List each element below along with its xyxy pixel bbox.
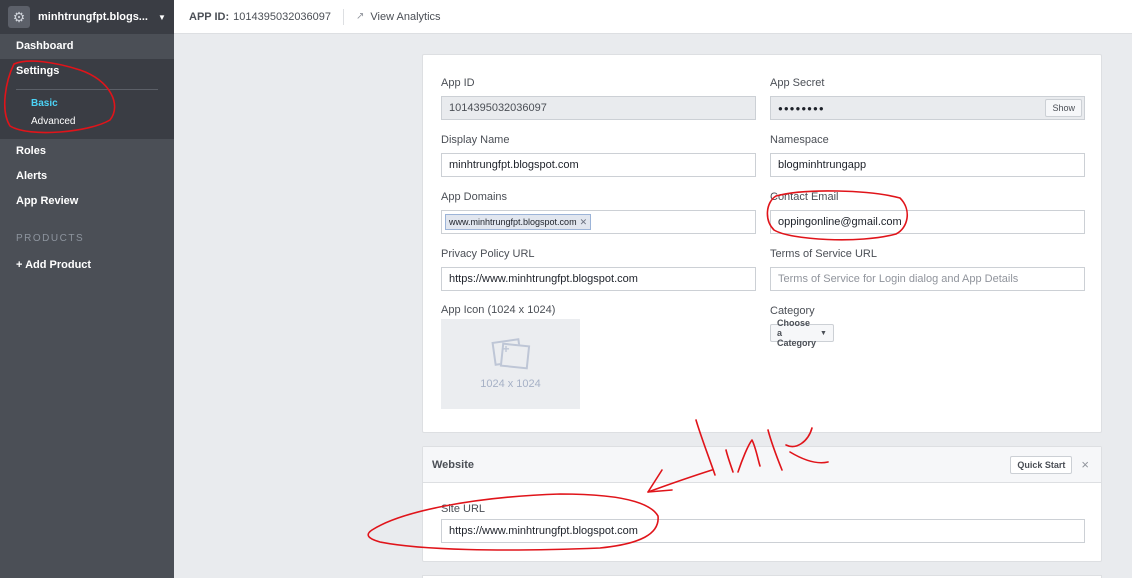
privacy-url-field: Privacy Policy URL https://www.minhtrung… [441,247,756,291]
domain-token: www.minhtrungfpt.blogspot.com ✕ [445,214,592,230]
contact-email-input[interactable]: oppingonline@gmail.com [770,210,1085,234]
category-field: Category Choose a Category ▼ [770,304,834,348]
app-icon-upload[interactable]: + 1024 x 1024 [441,319,580,409]
sidebar-item-advanced[interactable]: Advanced [0,113,174,131]
namespace-field: Namespace blogminhtrungapp [770,133,1085,177]
app-id-input[interactable]: 1014395032036097 [441,96,756,120]
field-label: Category [770,305,815,317]
app-secret-field: App Secret ●●●●●●●● Show [770,76,1085,120]
top-bar: APP ID: 1014395032036097 ↗ View Analytic… [174,0,1132,34]
chevron-down-icon: ▼ [820,329,827,337]
display-name-field: Display Name minhtrungfpt.blogspot.com [441,133,756,177]
view-analytics-link[interactable]: View Analytics [370,11,440,23]
divider [16,89,158,90]
site-url-field: Site URL https://www.minhtrungfpt.blogsp… [441,502,1085,543]
field-label: Contact Email [770,191,839,203]
app-gear-icon: ⚙ [8,6,30,28]
app-id-field: App ID 1014395032036097 [441,76,756,120]
show-secret-button[interactable]: Show [1045,99,1082,117]
privacy-url-input[interactable]: https://www.minhtrungfpt.blogspot.com [441,267,756,291]
basic-settings-card: App ID 1014395032036097 App Secret ●●●●●… [422,54,1102,433]
app-domains-field: App Domains www.minhtrungfpt.blogspot.co… [441,190,756,234]
app-secret-input[interactable]: ●●●●●●●● Show [770,96,1085,120]
sidebar-item-dashboard[interactable]: Dashboard [0,34,174,59]
contact-email-field: Contact Email oppingonline@gmail.com [770,190,1085,234]
category-value: Choose a Category [777,318,817,348]
field-label: App Secret [770,77,825,89]
masked-secret: ●●●●●●●● [778,103,825,113]
divider [343,8,345,25]
quick-start-button[interactable]: Quick Start [1010,455,1073,474]
field-label: Display Name [441,134,510,146]
field-label: Privacy Policy URL [441,248,535,260]
tos-url-input[interactable]: Terms of Service for Login dialog and Ap… [770,267,1085,291]
products-heading: PRODUCTS [16,233,85,244]
sidebar-item-roles[interactable]: Roles [0,139,174,164]
settings-subnav: Basic Advanced [0,84,174,139]
app-domains-input[interactable]: www.minhtrungfpt.blogspot.com ✕ [441,210,756,234]
website-title: Website [432,458,474,471]
app-id-label: APP ID: [189,10,230,23]
field-label: Namespace [770,134,829,146]
field-label: Terms of Service URL [770,248,877,260]
category-dropdown[interactable]: Choose a Category ▼ [770,318,834,348]
website-card-header: Website Quick Start × [423,447,1101,483]
close-icon[interactable]: × [1081,457,1089,472]
app-icon-field: App Icon (1024 x 1024) + 1024 x 1024 [441,303,580,409]
field-label: Site URL [441,503,486,515]
icon-size-text: 1024 x 1024 [480,378,541,390]
remove-token-icon[interactable]: ✕ [580,215,588,229]
domain-token-text: www.minhtrungfpt.blogspot.com [449,217,577,227]
field-label: App Domains [441,191,508,203]
image-icon: + [490,338,530,370]
sidebar-item-app-review[interactable]: App Review [0,189,174,214]
app-id-value: 1014395032036097 [233,10,332,23]
app-switcher[interactable]: ⚙ minhtrungfpt.blogs... ▼ [0,0,174,34]
field-label: App Icon (1024 x 1024) [441,304,556,316]
caret-down-icon: ▼ [157,12,166,22]
site-url-input[interactable]: https://www.minhtrungfpt.blogspot.com [441,519,1085,543]
website-card: Website Quick Start × Site URL https://w… [422,446,1102,562]
sidebar-item-alerts[interactable]: Alerts [0,164,174,189]
namespace-input[interactable]: blogminhtrungapp [770,153,1085,177]
app-name: minhtrungfpt.blogs... [38,11,148,23]
sidebar-item-settings[interactable]: Settings [0,59,174,84]
tos-url-field: Terms of Service URL Terms of Service fo… [770,247,1085,291]
display-name-input[interactable]: minhtrungfpt.blogspot.com [441,153,756,177]
sidebar: ⚙ minhtrungfpt.blogs... ▼ Dashboard Sett… [0,0,174,578]
add-product-link[interactable]: + Add Product [0,253,174,278]
sidebar-item-basic[interactable]: Basic [0,95,174,113]
trend-icon: ↗ [356,11,365,22]
field-label: App ID [441,77,475,89]
